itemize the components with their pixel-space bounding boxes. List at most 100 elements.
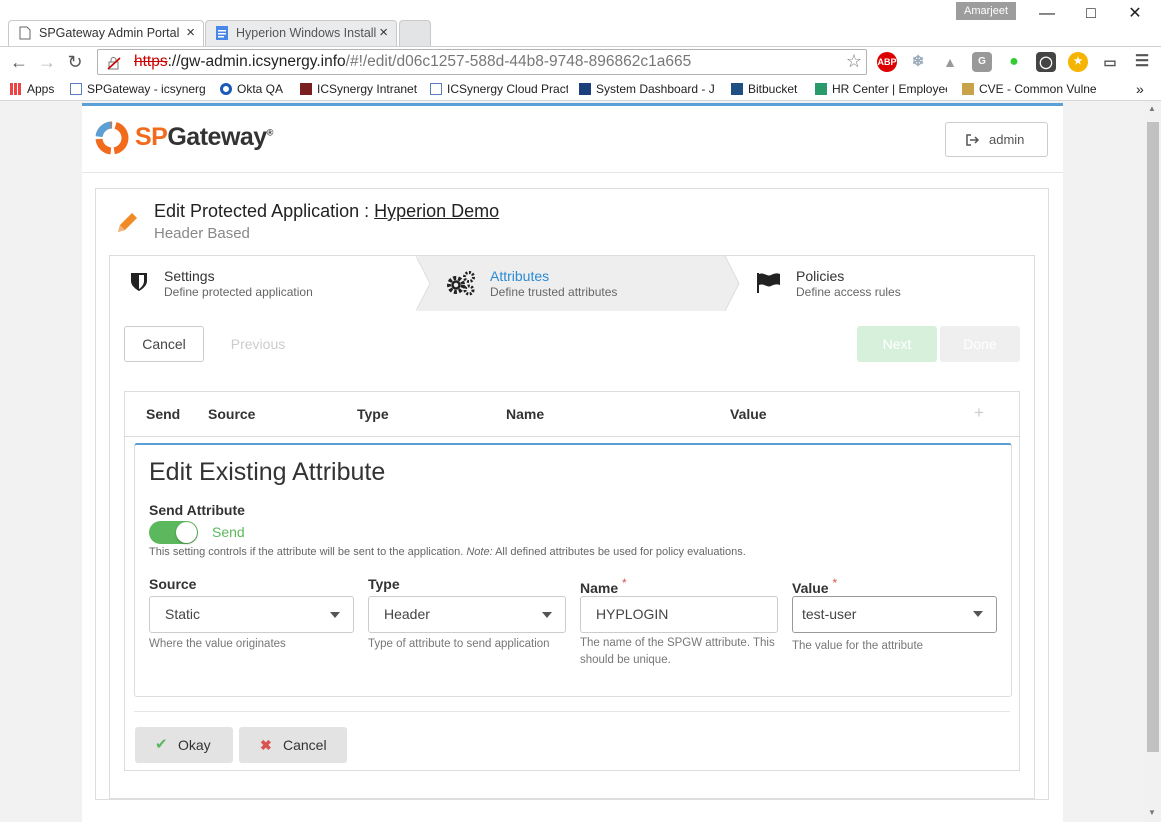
minimize-button[interactable]: — (1025, 0, 1069, 28)
close-tab-icon[interactable]: × (186, 21, 195, 45)
bookmark-star-icon[interactable]: ☆ (846, 51, 862, 72)
bookmark-item[interactable]: Bitbucket (731, 81, 797, 97)
step-policies[interactable]: Policies Define access rules (742, 256, 1034, 311)
value-label: Value * (792, 576, 838, 596)
reload-icon[interactable]: ↻ (64, 52, 86, 74)
adblock-icon[interactable]: ABP (877, 52, 897, 72)
new-tab-button[interactable] (399, 20, 431, 46)
step-title: Settings (164, 268, 215, 284)
source-help: Where the value originates (149, 638, 286, 650)
browser-tab[interactable]: Hyperion Windows Install × (205, 20, 397, 46)
type-help: Type of attribute to send application (368, 638, 550, 650)
cast-icon[interactable]: ▭ (1100, 52, 1120, 72)
bookmark-item[interactable]: SPGateway - icsynerg (70, 81, 210, 97)
scrollbar-thumb[interactable] (1147, 122, 1159, 752)
header-divider (82, 172, 1063, 173)
name-help: The name of the SPGW attribute. This sho… (580, 637, 775, 666)
shield-icon (131, 273, 147, 291)
jira-icon (579, 83, 591, 95)
star-extension-icon[interactable]: ★ (1068, 52, 1088, 72)
bookmark-item[interactable]: System Dashboard - J (579, 81, 715, 97)
close-tab-icon[interactable]: × (379, 21, 388, 45)
bitbucket-icon (731, 83, 743, 95)
source-label: Source (149, 576, 197, 592)
step-desc: Define protected application (164, 285, 313, 299)
g-extension-icon[interactable]: G (972, 52, 992, 72)
source-select[interactable]: Static (149, 596, 354, 633)
apps-grid-icon (10, 83, 22, 95)
bookmark-item[interactable]: ICSynergy Cloud Pract (430, 81, 568, 97)
name-label: Name * (580, 576, 627, 596)
admin-user-button[interactable]: admin (945, 122, 1048, 157)
close-icon: ✖ (260, 737, 272, 753)
column-header-value: Value (730, 406, 767, 422)
column-header-send: Send (146, 406, 181, 422)
toggle-knob[interactable] (176, 522, 197, 543)
maximize-button[interactable]: □ (1069, 0, 1113, 28)
chevron-down-icon (330, 612, 340, 618)
back-icon[interactable]: ← (8, 52, 30, 74)
snowflake-icon[interactable]: ❄ (908, 52, 928, 72)
browser-tab-active[interactable]: SPGateway Admin Portal × (8, 20, 204, 46)
evernote-icon[interactable]: ● (1004, 52, 1024, 72)
scroll-down-icon[interactable]: ▼ (1148, 808, 1156, 817)
step-desc: Define access rules (796, 285, 901, 299)
bookmark-apps[interactable]: Apps (10, 81, 54, 97)
bookmark-item[interactable]: CVE - Common Vulne (962, 81, 1098, 97)
address-bar[interactable]: https://gw-admin.icsynergy.info/#!/edit/… (97, 49, 867, 75)
type-label: Type (368, 576, 400, 592)
value-help: The value for the attribute (792, 640, 924, 652)
bookmark-item[interactable]: Okta QA (220, 81, 283, 97)
close-window-button[interactable]: ✕ (1113, 0, 1157, 28)
add-attribute-icon[interactable]: + (974, 403, 984, 423)
menu-icon[interactable]: ☰ (1132, 52, 1152, 72)
step-title-active: Attributes (490, 268, 550, 284)
bookmarks-bar: Apps SPGateway - icsynerg Okta QA ICSyne… (0, 78, 1161, 101)
step-settings[interactable]: Settings Define protected application (110, 256, 416, 311)
cancel-attribute-button[interactable]: ✖ Cancel (239, 727, 347, 763)
next-button[interactable]: Next (857, 326, 937, 362)
bookmark-item[interactable]: ICSynergy Intranet (300, 81, 417, 97)
value-combobox[interactable]: test-user (792, 596, 997, 633)
send-help-text: This setting controls if the attribute w… (149, 546, 746, 558)
previous-button[interactable]: Previous (218, 326, 298, 362)
tab-label: SPGateway Admin Portal (39, 26, 180, 40)
profile-badge[interactable]: Amarjeet (956, 2, 1016, 20)
send-state-text: Send (212, 524, 245, 540)
docs-icon (216, 26, 228, 40)
scroll-up-icon[interactable]: ▲ (1148, 104, 1156, 113)
forward-icon[interactable]: → (36, 52, 58, 74)
bookmark-item[interactable]: HR Center | Employee (815, 81, 947, 97)
drive-icon[interactable]: ▲ (940, 52, 960, 72)
column-header-source: Source (208, 406, 256, 422)
bookmarks-overflow-icon[interactable]: » (1136, 81, 1144, 97)
spgateway-logo-icon[interactable] (95, 121, 129, 155)
column-header-name: Name (506, 406, 545, 422)
tab-label: Hyperion Windows Install (236, 26, 377, 40)
intranet-icon (300, 83, 312, 95)
application-name-link[interactable]: Hyperion Demo (374, 201, 499, 221)
hr-icon (815, 83, 827, 95)
chevron-down-icon (973, 611, 983, 617)
flag-icon (757, 273, 780, 293)
page-title: Edit Protected Application : Hyperion De… (154, 201, 500, 221)
page-subtitle: Header Based (154, 225, 250, 242)
insecure-lock-icon[interactable] (106, 55, 122, 71)
send-attribute-label: Send Attribute (149, 502, 245, 518)
name-input[interactable]: HYPLOGIN (580, 596, 778, 633)
step-attributes[interactable]: Attributes Define trusted attributes (430, 256, 724, 311)
chevron-down-icon (542, 612, 552, 618)
okay-button[interactable]: ✔ Okay (135, 727, 233, 763)
bulb-icon[interactable]: ◯ (1036, 52, 1056, 72)
type-select[interactable]: Header (368, 596, 566, 633)
cancel-wizard-button[interactable]: Cancel (124, 326, 204, 362)
cve-icon (962, 83, 974, 95)
step-desc: Define trusted attributes (490, 285, 618, 299)
page-icon (19, 26, 31, 40)
done-button[interactable]: Done (940, 326, 1020, 362)
check-icon: ✔ (155, 736, 168, 753)
sign-out-icon (966, 134, 980, 146)
step-title: Policies (796, 268, 845, 284)
logo-wordmark[interactable]: SPGateway® (135, 123, 273, 152)
url-text: https://gw-admin.icsynergy.info/#!/edit/… (134, 53, 692, 70)
